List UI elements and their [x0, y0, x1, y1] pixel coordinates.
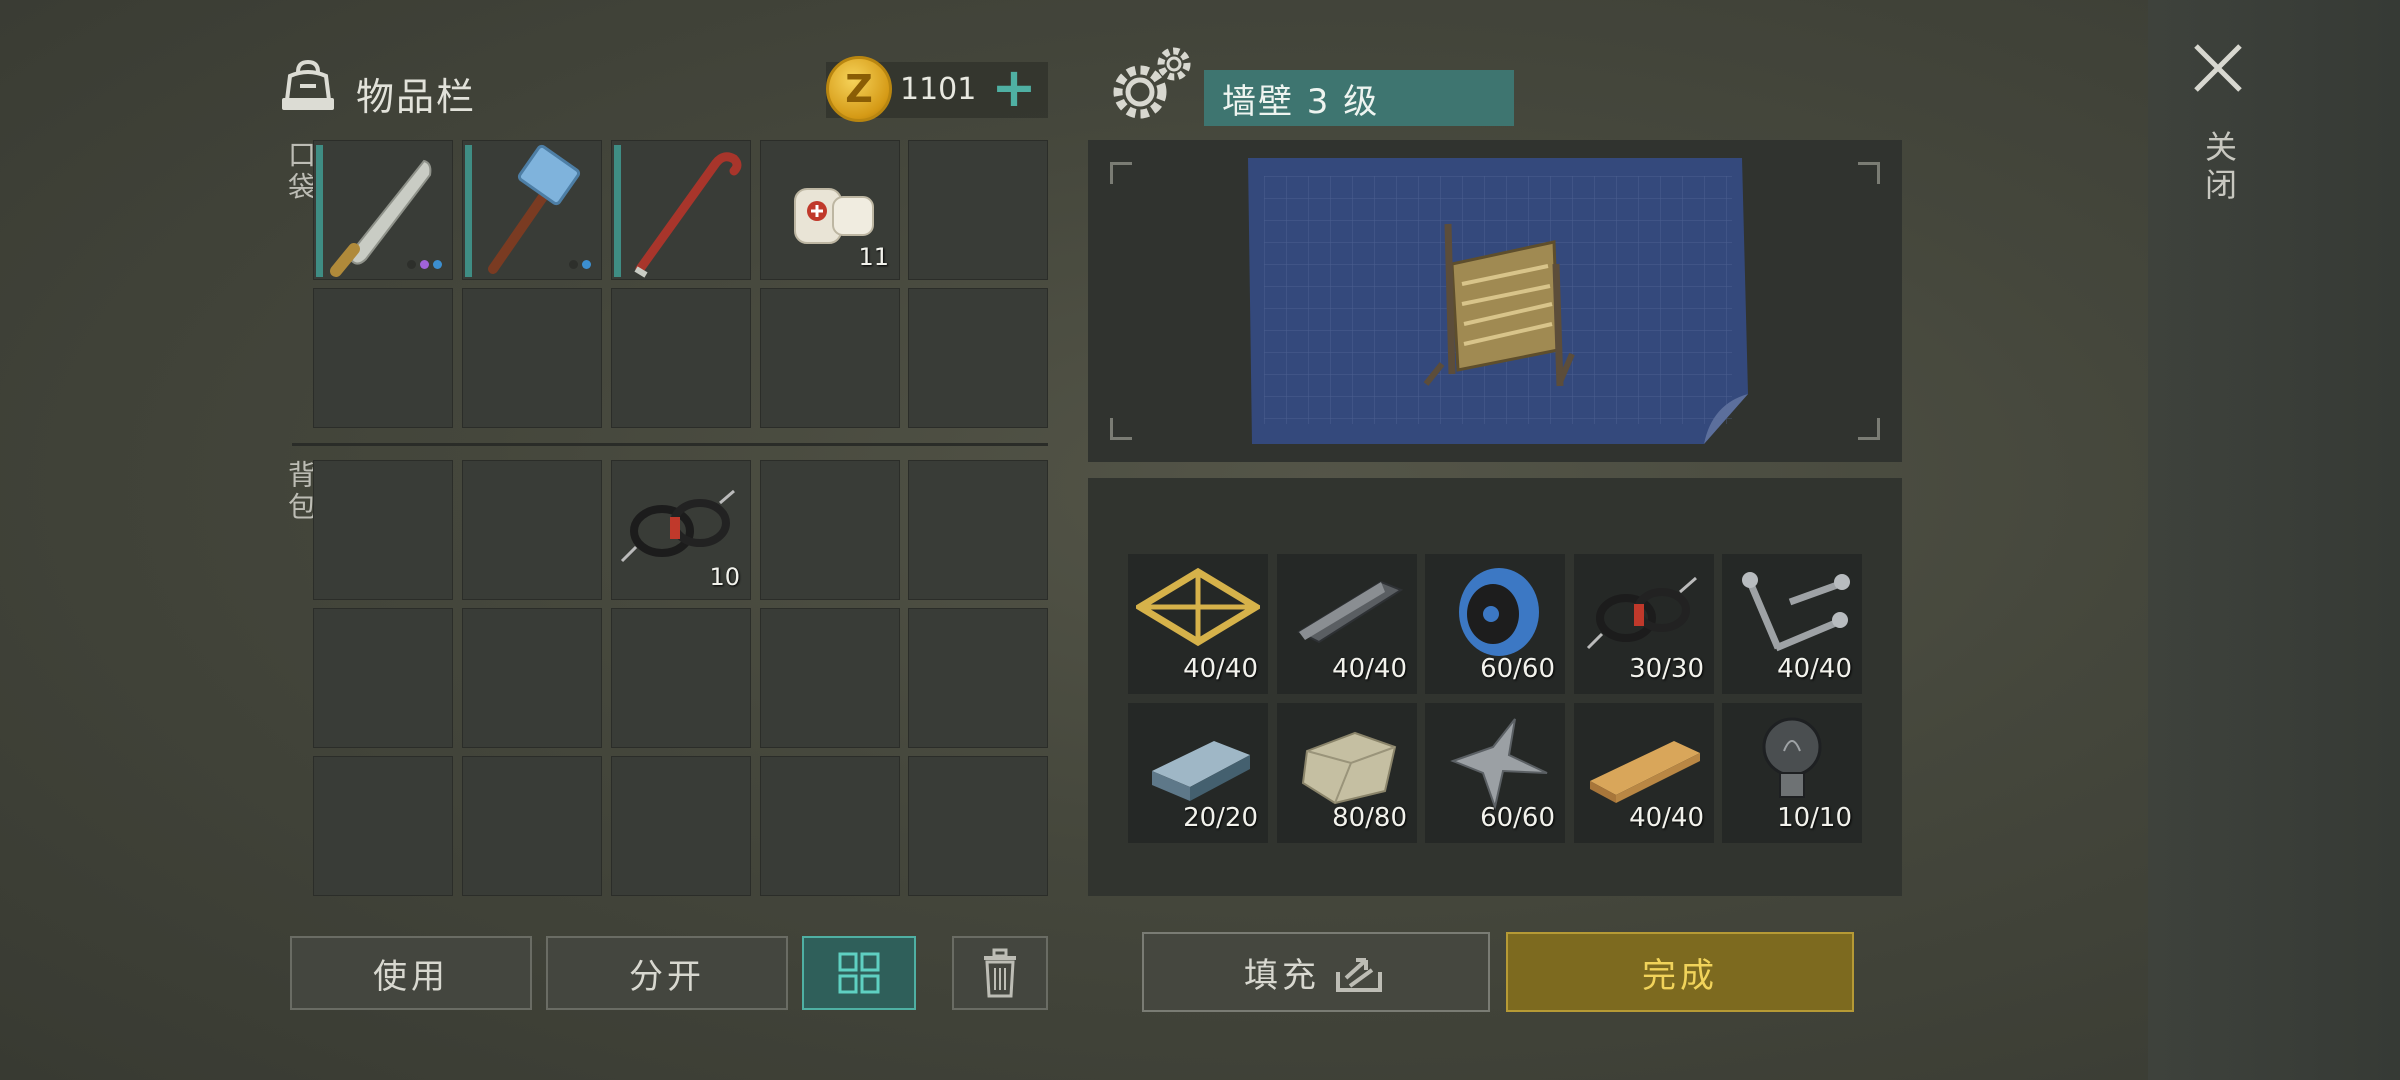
right-strip [2148, 0, 2400, 1080]
req-count: 80/80 [1332, 803, 1407, 833]
rarity-dots [407, 260, 442, 269]
pocket-slot-2[interactable] [462, 140, 602, 280]
backpack-slot-4[interactable] [760, 460, 900, 600]
backpack-icon [282, 59, 334, 110]
req-count: 60/60 [1480, 654, 1555, 684]
light-bulb-icon [1762, 717, 1822, 798]
req-count: 40/40 [1183, 654, 1258, 684]
backpack-slot-1[interactable] [313, 460, 453, 600]
req-count: 40/40 [1777, 654, 1852, 684]
backpack-slot-15[interactable] [908, 756, 1048, 896]
backpack-slot-14[interactable] [760, 756, 900, 896]
req-slot-10[interactable]: 10/10 [1722, 703, 1862, 843]
metal-bar-icon [1296, 580, 1404, 644]
durability-bar [465, 145, 472, 277]
inventory-title: 物品栏 [356, 75, 477, 119]
pocket-slot-4[interactable]: 11 [760, 140, 900, 280]
wire-spool-icon [1459, 568, 1539, 656]
backpack-slot-12[interactable] [462, 756, 602, 896]
pocket-slot-8[interactable] [611, 288, 751, 428]
req-count: 30/30 [1629, 654, 1704, 684]
blueprint-image [1248, 158, 1748, 444]
req-slot-8[interactable]: 60/60 [1425, 703, 1565, 843]
req-slot-4[interactable]: 30/30 [1574, 554, 1714, 694]
backpack-slot-2[interactable] [462, 460, 602, 600]
trash-icon [984, 948, 1016, 998]
req-count: 40/40 [1332, 654, 1407, 684]
req-slot-2[interactable]: 40/40 [1277, 554, 1417, 694]
durability-bar [614, 145, 621, 277]
crowbar-icon [634, 152, 742, 278]
backpack-slot-9[interactable] [760, 608, 900, 748]
backpack-slot-11[interactable] [313, 756, 453, 896]
close-icon[interactable] [2190, 40, 2246, 96]
durability-bar [316, 145, 323, 277]
fill-button[interactable]: 填充 [1142, 932, 1490, 1012]
scrap-metal-icon [1450, 718, 1548, 811]
done-button[interactable]: 完成 [1506, 932, 1854, 1012]
req-slot-7[interactable]: 80/80 [1277, 703, 1417, 843]
rope-icon [1586, 576, 1697, 650]
split-button[interactable]: 分开 [546, 936, 788, 1010]
coin-icon: Z [826, 56, 892, 122]
wood-frame-icon [1136, 567, 1260, 647]
use-button[interactable]: 使用 [290, 936, 532, 1010]
req-count: 20/20 [1183, 803, 1258, 833]
pocket-slot-9[interactable] [760, 288, 900, 428]
backpack-slot-10[interactable] [908, 608, 1048, 748]
sort-grid-button[interactable] [802, 936, 916, 1010]
req-slot-6[interactable]: 20/20 [1128, 703, 1268, 843]
item-count: 10 [709, 563, 740, 591]
coin-count: 1101 [900, 72, 977, 107]
fill-label: 填充 [1244, 955, 1320, 996]
grid-icon [838, 952, 880, 994]
backpack-slot-6[interactable] [313, 608, 453, 748]
backpack-slot-3[interactable]: 10 [611, 460, 751, 600]
pocket-slot-10[interactable] [908, 288, 1048, 428]
req-count: 60/60 [1480, 803, 1555, 833]
steel-ingot-icon [1152, 741, 1250, 801]
pocket-slot-1[interactable] [313, 140, 453, 280]
pocket-slot-6[interactable] [313, 288, 453, 428]
pocket-slot-5[interactable] [908, 140, 1048, 280]
req-slot-1[interactable]: 40/40 [1128, 554, 1268, 694]
rarity-dots [569, 260, 591, 269]
req-slot-5[interactable]: 40/40 [1722, 554, 1862, 694]
section-divider [292, 443, 1048, 446]
req-count: 40/40 [1629, 803, 1704, 833]
req-slot-3[interactable]: 60/60 [1425, 554, 1565, 694]
pocket-slot-3[interactable] [611, 140, 751, 280]
backpack-slot-13[interactable] [611, 756, 751, 896]
pocket-slot-7[interactable] [462, 288, 602, 428]
req-slot-9[interactable]: 40/40 [1574, 703, 1714, 843]
gear-icon [1113, 47, 1191, 119]
add-coins-button[interactable]: + [990, 61, 1038, 118]
fill-icon [1336, 958, 1382, 992]
plank-icon [1590, 741, 1700, 803]
close-label[interactable]: 关闭 [2196, 130, 2242, 206]
backpack-slot-5[interactable] [908, 460, 1048, 600]
blueprint-title: 墙壁 3 级 [1204, 70, 1514, 126]
screws-icon [1742, 572, 1850, 652]
stone-icon [1301, 731, 1397, 805]
backpack-slot-8[interactable] [611, 608, 751, 748]
item-count: 11 [858, 243, 889, 271]
backpack-slot-7[interactable] [462, 608, 602, 748]
trash-button[interactable] [952, 936, 1048, 1010]
req-count: 10/10 [1777, 803, 1852, 833]
